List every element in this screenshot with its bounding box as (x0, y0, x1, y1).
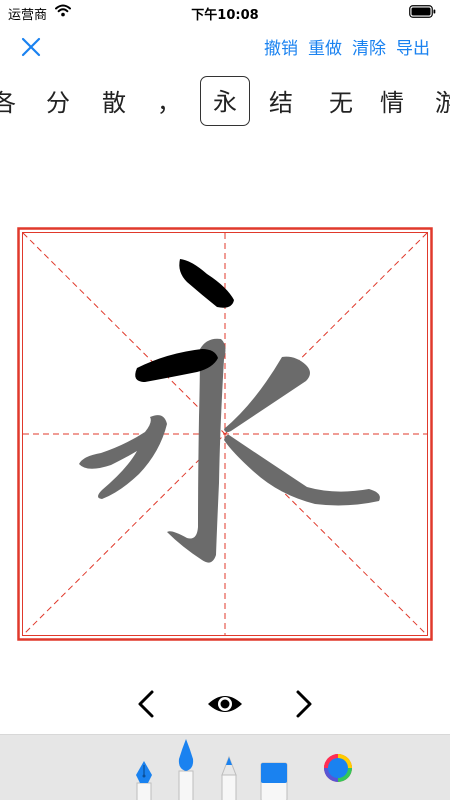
eye-icon (208, 696, 242, 712)
brush-tool[interactable] (175, 737, 197, 800)
status-time: 下午10:08 (191, 8, 259, 23)
pencil-icon (221, 755, 237, 800)
pencil-tool[interactable] (218, 755, 240, 800)
toggle-guide-button[interactable] (207, 684, 243, 724)
strip-char[interactable]: 分 (33, 86, 83, 132)
brush-icon (178, 739, 194, 800)
clear-button[interactable]: 清除 (352, 34, 386, 59)
strip-char[interactable]: 游 (422, 86, 450, 132)
fountain-pen-tool[interactable] (132, 757, 156, 800)
chevron-left-icon (138, 690, 154, 718)
prev-character-button[interactable] (134, 684, 160, 724)
color-picker-icon (324, 754, 352, 782)
status-bar: 运营商 下午10:08 (0, 0, 450, 24)
strip-char-current[interactable]: 永 (200, 76, 250, 126)
undo-button[interactable]: 撤销 (264, 34, 298, 59)
close-button[interactable] (18, 34, 44, 60)
fountain-pen-icon (136, 761, 152, 800)
close-icon (21, 37, 41, 57)
strip-char[interactable]: 散 (89, 86, 139, 132)
redo-button[interactable]: 重做 (308, 34, 342, 59)
calligraphy-practice-screen: 运营商 下午10:08 撤销 重做 清除 导出 各 分 散 ， 永 结 无 情 … (0, 0, 450, 800)
strip-char[interactable]: ， (144, 86, 194, 132)
strip-char[interactable]: 情 (367, 86, 417, 132)
nav-actions: 撤销 重做 清除 导出 (264, 34, 430, 59)
practice-grid[interactable] (17, 227, 433, 641)
text-strip: 各 分 散 ， 永 结 无 情 游 (0, 72, 450, 132)
chevron-right-icon (296, 690, 312, 718)
nav-bar: 撤销 重做 清除 导出 (0, 28, 450, 64)
tool-tray (0, 734, 450, 800)
marker-tool[interactable] (258, 759, 290, 800)
reference-glyph (79, 338, 380, 563)
strip-char[interactable]: 结 (256, 86, 306, 132)
next-character-button[interactable] (290, 684, 316, 724)
color-picker-tool[interactable] (322, 751, 354, 800)
battery-icon (409, 5, 436, 18)
strip-char[interactable]: 各 (0, 86, 29, 132)
export-button[interactable]: 导出 (396, 34, 430, 59)
marker-icon (260, 762, 288, 800)
strip-char[interactable]: 无 (316, 86, 366, 132)
